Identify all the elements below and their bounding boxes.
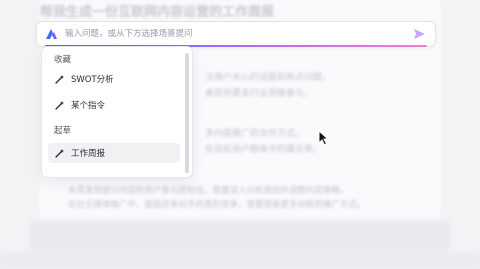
menu-item-weekly-report[interactable]: 工作周报 — [48, 143, 180, 163]
background-line: 者提供更多行业洞察参与。 — [205, 89, 314, 99]
section-label-favorites: 收藏 — [54, 55, 72, 65]
app-screen: 帮我生成一份互联网内容运营的工作周报 注用户关心的话题和热点问题， 者提供更多行… — [0, 0, 480, 269]
send-icon[interactable] — [413, 27, 427, 41]
background-line: 在社交媒体推广中，面临竞争对手的激烈竞争，需要探索更多创新的推广方式。 — [68, 200, 366, 210]
sparkle-pen-icon — [54, 147, 66, 159]
menu-item-instruction[interactable]: 某个指令 — [48, 95, 180, 115]
scene-dropdown: 收藏 SWOT分析 某个指令 起草 工作周报 — [41, 46, 193, 178]
dropdown-scrollbar[interactable] — [185, 53, 189, 173]
background-title: 帮我生成一份互联网内容运营的工作周报 — [40, 5, 275, 20]
background-bottom-bar — [0, 252, 480, 269]
mouse-cursor-icon — [318, 129, 330, 146]
sparkle-pen-icon — [54, 99, 66, 111]
ai-logo-icon — [45, 27, 59, 41]
menu-item-label: SWOT分析 — [71, 75, 114, 85]
background-line: 在目标用户群体中的曝光率。 — [205, 145, 323, 155]
menu-item-label: 某个指令 — [71, 101, 106, 111]
prompt-input[interactable] — [65, 29, 413, 39]
menu-item-label: 工作周报 — [71, 149, 106, 159]
background-line: 多内容推广的合作方式。 — [205, 129, 305, 139]
background-line: 本周发现部分内容的用户参与度较低，需要深入分析原因并调整内容策略。 — [68, 186, 349, 196]
menu-item-swot[interactable]: SWOT分析 — [48, 69, 180, 89]
background-line: 注用户关心的话题和热点问题， — [205, 73, 332, 83]
section-label-draft: 起草 — [54, 126, 72, 136]
prompt-input-bar[interactable] — [36, 21, 436, 47]
background-toolbar — [30, 220, 450, 252]
sparkle-pen-icon — [54, 73, 66, 85]
